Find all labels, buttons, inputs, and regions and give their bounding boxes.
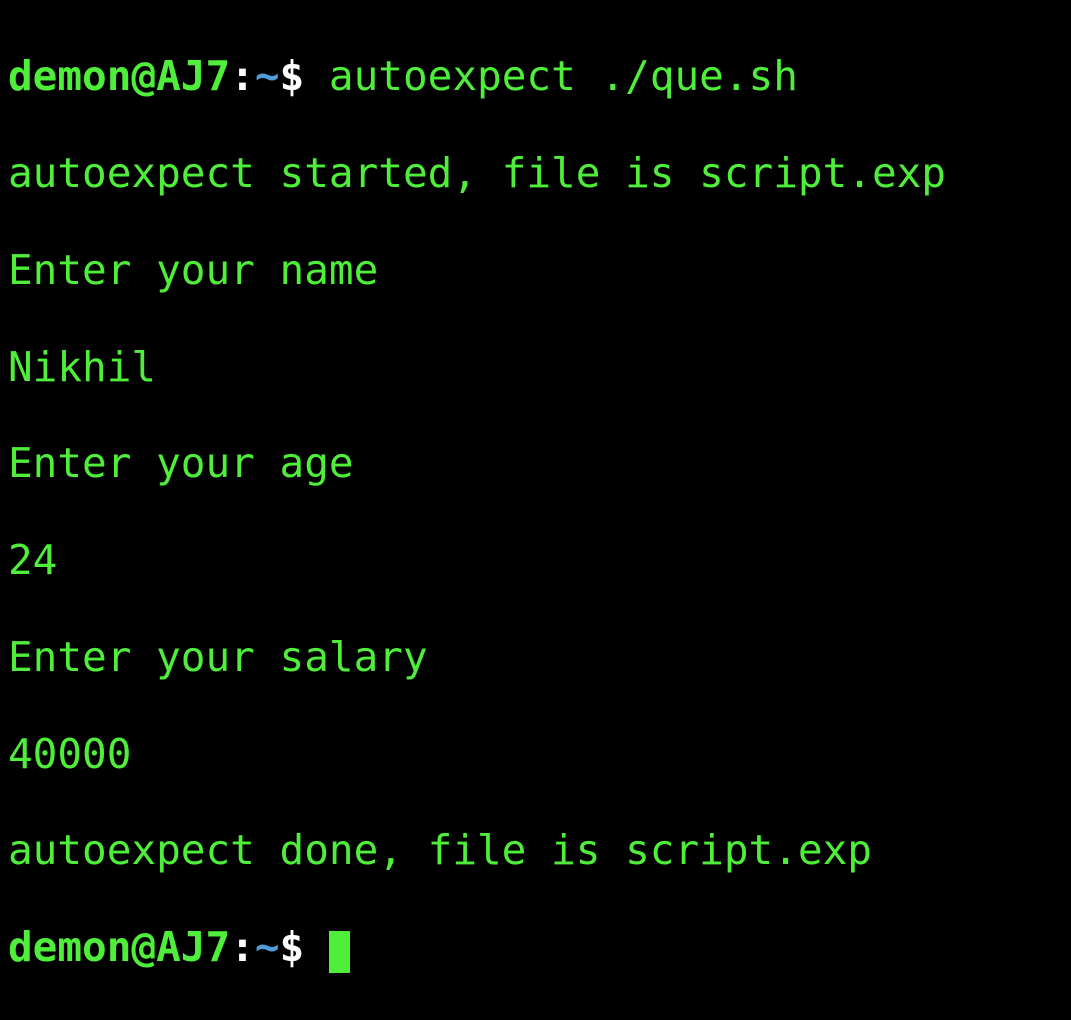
prompt-line-1: demon@AJ7:~$ autoexpect ./que.sh: [8, 52, 1063, 100]
output-line: 24: [8, 536, 1063, 584]
output-line: Enter your age: [8, 439, 1063, 487]
path: ~: [255, 923, 280, 971]
user-host: demon@AJ7: [8, 52, 230, 100]
output-line: Nikhil: [8, 343, 1063, 391]
command-text: autoexpect ./que.sh: [329, 52, 798, 100]
colon: :: [230, 923, 255, 971]
dollar-sign: $: [280, 923, 329, 971]
cursor-block[interactable]: [329, 931, 350, 973]
colon: :: [230, 52, 255, 100]
output-line: autoexpect done, file is script.exp: [8, 826, 1063, 874]
terminal[interactable]: demon@AJ7:~$ autoexpect ./que.sh autoexp…: [8, 4, 1063, 1020]
output-line: autoexpect started, file is script.exp: [8, 149, 1063, 197]
output-line: Enter your salary: [8, 633, 1063, 681]
output-line: 40000: [8, 730, 1063, 778]
user-host: demon@AJ7: [8, 923, 230, 971]
output-line: Enter your name: [8, 246, 1063, 294]
prompt-line-2: demon@AJ7:~$: [8, 923, 1063, 971]
dollar-sign: $: [280, 52, 329, 100]
path: ~: [255, 52, 280, 100]
